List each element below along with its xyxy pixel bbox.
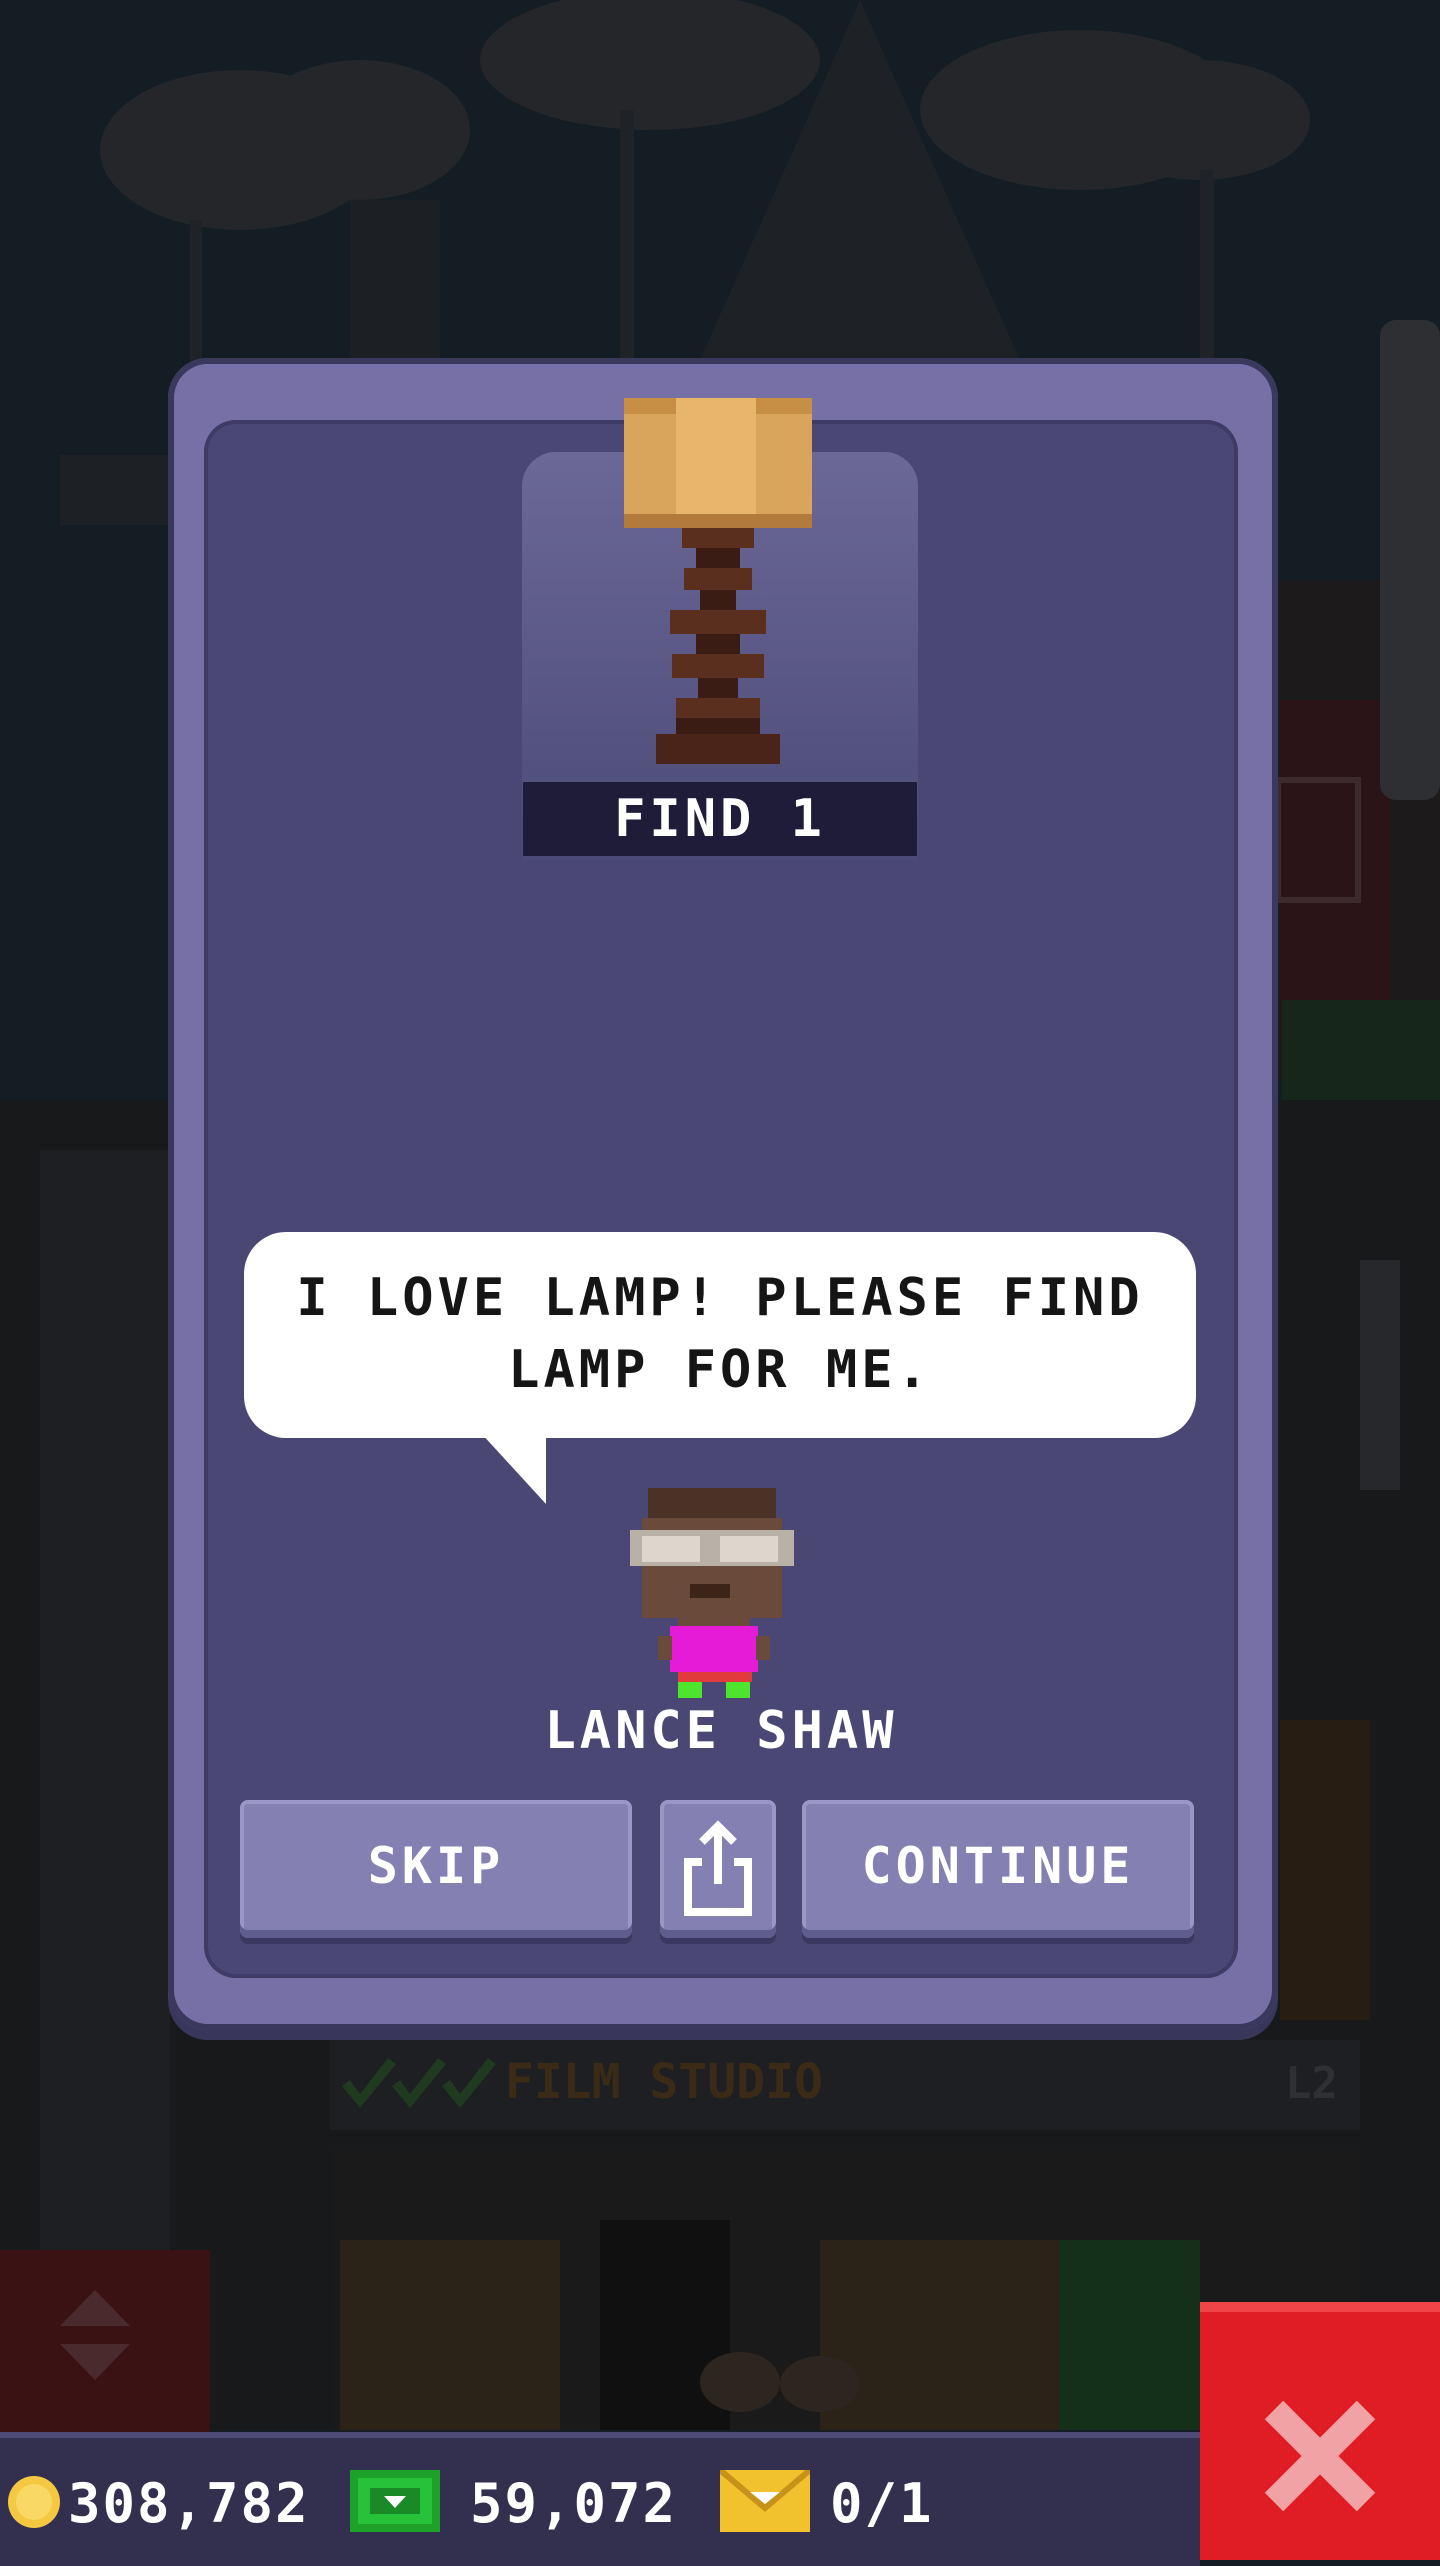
speech-bubble-tail xyxy=(480,1432,546,1504)
share-button[interactable] xyxy=(660,1800,776,1938)
floor-sign-name: FILM STUDIO xyxy=(505,2054,823,2110)
character-avatar xyxy=(630,1488,794,1698)
speech-text: I LOVE LAMP! PLEASE FIND LAMP FOR ME. xyxy=(296,1268,1144,1400)
bux-count: 59,072 xyxy=(470,2472,678,2535)
tower-bux-icon xyxy=(350,2470,440,2532)
close-button[interactable] xyxy=(1200,2302,1440,2560)
coins-count: 308,782 xyxy=(68,2472,310,2535)
share-icon xyxy=(684,1820,752,1916)
lamp-icon xyxy=(624,398,812,764)
vip-count: 0/1 xyxy=(830,2472,934,2535)
character-name: LANCE SHAW xyxy=(544,1701,898,1761)
elevator-arrows-icon[interactable] xyxy=(60,2290,130,2380)
close-icon xyxy=(1264,2400,1376,2512)
floor-sign-level: L2 xyxy=(1285,2058,1338,2109)
vip-ticket-icon xyxy=(720,2470,810,2532)
find-count-label: FIND 1 xyxy=(523,782,917,856)
skip-button[interactable]: SKIP xyxy=(240,1800,632,1938)
continue-button[interactable]: CONTINUE xyxy=(802,1800,1194,1938)
coin-icon xyxy=(8,2476,60,2528)
